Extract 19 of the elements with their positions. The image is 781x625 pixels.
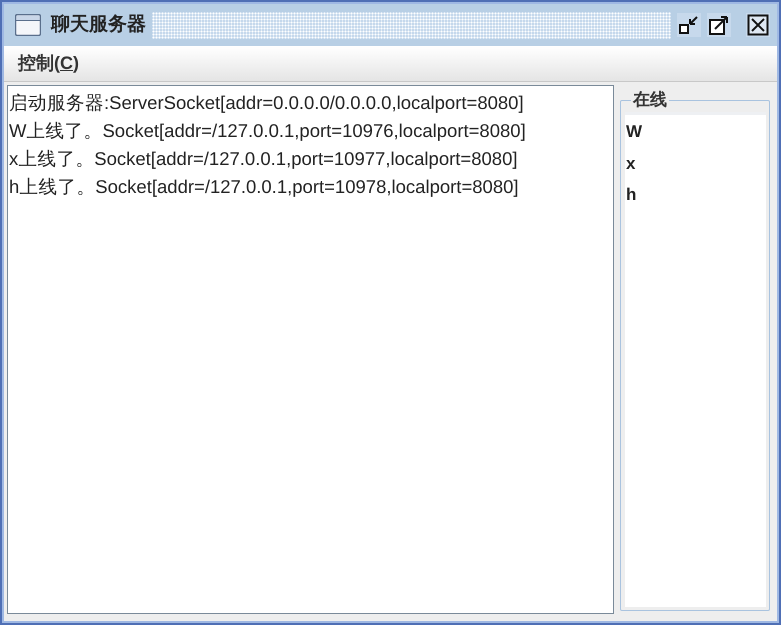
log-line: h上线了。Socket[addr=/127.0.0.1,port=10978,localport=8080]	[9, 175, 519, 199]
close-icon	[747, 14, 769, 36]
close-button[interactable]	[746, 13, 770, 37]
online-panel-title: 在线	[632, 90, 668, 110]
window-title: 聊天服务器	[51, 12, 146, 37]
online-user-item[interactable]: h	[625, 179, 766, 210]
online-user-list[interactable]: W x h	[625, 112, 766, 607]
maximize-button[interactable]	[707, 13, 731, 37]
maximize-icon	[708, 14, 730, 36]
online-user-item[interactable]: x	[625, 148, 766, 179]
log-text-area[interactable]	[7, 85, 614, 614]
log-line: x上线了。Socket[addr=/127.0.0.1,port=10977,localport=8080]	[9, 147, 518, 171]
menu-item[interactable]: 控制(C)	[12, 50, 85, 78]
online-user-item[interactable]: W	[625, 116, 766, 148]
window-icon	[15, 14, 41, 36]
log-line: 启动服务器:ServerSocket[addr=0.0.0.0/0.0.0.0,localport=8080]	[9, 91, 524, 115]
log-line: W上线了。Socket[addr=/127.0.0.1,port=10976,localport=8080]	[9, 119, 526, 143]
minimize-icon	[678, 14, 700, 36]
minimize-button[interactable]	[677, 13, 701, 37]
